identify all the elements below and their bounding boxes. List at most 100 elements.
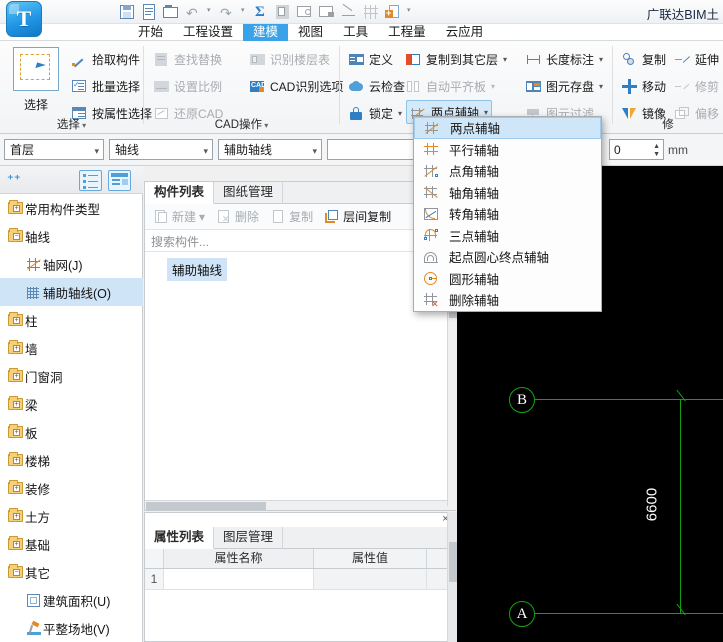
detail-view-icon[interactable] <box>108 170 131 191</box>
tree-item-foundation[interactable]: + 基础 <box>0 530 143 558</box>
floor-select[interactable]: 首层 <box>4 139 104 160</box>
list-view-icon[interactable] <box>79 170 102 191</box>
table-row[interactable]: 1 <box>145 569 455 590</box>
ribbon-group-select-label[interactable]: 选择 <box>0 116 143 132</box>
menu-item-delete-axis[interactable]: ✕ 删除辅轴 <box>414 289 601 311</box>
cloud-check-button[interactable]: 云检查 <box>345 74 408 98</box>
menu-item-three-point-axis[interactable]: 三点辅轴 <box>414 225 601 247</box>
tab-layer-manage[interactable]: 图层管理 <box>214 527 284 549</box>
report-icon[interactable] <box>274 3 293 22</box>
menu-tab-cloud[interactable]: 云应用 <box>436 24 494 41</box>
add-page-icon[interactable]: + <box>384 3 403 22</box>
tree-item-common-types[interactable]: + 常用构件类型 <box>0 194 143 222</box>
menu-tab-quantity[interactable]: 工程量 <box>378 24 436 41</box>
tree-item-beam[interactable]: + 梁 <box>0 390 143 418</box>
new-file-icon[interactable] <box>140 3 159 22</box>
tree-item-aux-axis[interactable]: 辅助轴线(O) <box>0 278 143 306</box>
save-icon[interactable] <box>118 3 137 22</box>
lock-caret[interactable]: ▾ <box>398 109 402 118</box>
menu-tab-settings[interactable]: 工程设置 <box>173 24 243 41</box>
ribbon-group-cad-label[interactable]: CAD操作 <box>144 116 339 132</box>
axis-label-a[interactable]: A <box>509 601 535 627</box>
sum-icon[interactable]: Σ <box>252 3 271 22</box>
two-point-axis-icon <box>424 120 441 136</box>
row-prop-name[interactable] <box>164 569 314 589</box>
batch-select-button[interactable]: ✓ 批量选择 <box>68 74 143 98</box>
check-quantity-icon[interactable] <box>318 3 337 22</box>
tab-component-list[interactable]: 构件列表 <box>145 182 215 204</box>
length-dimension-button[interactable]: 长度标注 ▾ <box>522 47 606 71</box>
floor-copy-button[interactable]: 层间复制 <box>320 206 395 228</box>
menu-item-start-center-end-axis[interactable]: 起点圆心终点辅轴 <box>414 246 601 268</box>
tree-item-door-window[interactable]: + 门窗洞 <box>0 362 143 390</box>
recognize-floor-table-button[interactable]: 识别楼层表 <box>246 47 333 71</box>
component-panel-hscrollbar[interactable] <box>145 500 456 510</box>
menu-item-two-point-axis[interactable]: 两点辅轴 <box>414 117 601 139</box>
menu-item-axis-angle-axis[interactable]: 轴角辅轴 <box>414 182 601 204</box>
measure-icon[interactable] <box>340 3 359 22</box>
new-component-button[interactable]: 新建 ▾ <box>149 206 209 228</box>
menu-tab-start[interactable]: 开始 <box>128 24 173 41</box>
menu-item-parallel-axis[interactable]: 平行辅轴 <box>414 139 601 161</box>
copy-button[interactable]: 复制 <box>618 47 669 71</box>
redo-dropdown-caret[interactable] <box>240 3 249 22</box>
tree-item-other[interactable]: − 其它 <box>0 558 143 586</box>
pick-component-button[interactable]: 拾取构件 <box>68 47 143 71</box>
element-save-caret[interactable]: ▾ <box>599 82 603 91</box>
tree-item-earthwork[interactable]: + 土方 <box>0 502 143 530</box>
tree-item-slab[interactable]: + 板 <box>0 418 143 446</box>
tree-item-building-area[interactable]: 建筑面积(U) <box>0 586 143 614</box>
row-prop-value[interactable] <box>314 569 427 589</box>
define-button[interactable]: 定义 <box>345 47 396 71</box>
tree-item-column[interactable]: + 柱 <box>0 306 143 334</box>
auto-align-slab-caret[interactable]: ▾ <box>491 82 495 91</box>
menu-item-point-angle-axis[interactable]: 点角辅轴 <box>414 160 601 182</box>
search-component-input[interactable]: 搜索构件... <box>145 230 455 252</box>
extend-button[interactable]: 延伸 <box>671 47 722 71</box>
category-select[interactable]: 轴线 <box>109 139 213 160</box>
menu-tab-tools[interactable]: 工具 <box>333 24 378 41</box>
tree-item-axis[interactable]: − 轴线 <box>0 222 143 250</box>
copy-to-other-floor-caret[interactable]: ▾ <box>503 55 507 64</box>
check-report-icon[interactable] <box>296 3 315 22</box>
three-point-axis-icon <box>423 227 440 243</box>
tab-drawing-manage[interactable]: 图纸管理 <box>214 182 284 204</box>
tab-property-list[interactable]: 属性列表 <box>145 527 215 549</box>
redo-icon[interactable]: ↷ <box>218 3 237 22</box>
menu-tab-modeling[interactable]: 建模 <box>243 24 289 41</box>
delete-component-button[interactable]: ✕ 删除 <box>212 206 263 228</box>
tree-item-stair[interactable]: + 楼梯 <box>0 446 143 474</box>
offset-input[interactable]: 0 ▲ ▼ <box>609 139 664 160</box>
trim-button[interactable]: 修剪 <box>671 74 722 98</box>
undo-icon[interactable]: ↶ <box>184 3 203 22</box>
new-component-caret[interactable]: ▾ <box>199 210 205 224</box>
undo-dropdown-caret[interactable] <box>206 3 215 22</box>
open-folder-icon[interactable] <box>162 3 181 22</box>
tree-item-axis-net[interactable]: 轴网(J) <box>0 250 143 278</box>
set-scale-button[interactable]: 设置比例 <box>150 74 225 98</box>
component-select[interactable]: 辅助轴线 <box>218 139 322 160</box>
tree-item-wall[interactable]: + 墙 <box>0 334 143 362</box>
auto-align-slab-button[interactable]: 自动平齐板 ▾ <box>402 74 498 98</box>
property-vscrollbar[interactable] <box>447 512 457 642</box>
add-component-icon[interactable]: ⁺⁺ <box>7 173 23 187</box>
find-replace-button[interactable]: 查找替换 <box>150 47 225 71</box>
menu-item-corner-angle-axis[interactable]: 转角辅轴 <box>414 203 601 225</box>
copy-component-button[interactable]: 复制 <box>266 206 317 228</box>
offset-spinner-up[interactable]: ▲ <box>653 143 660 150</box>
qat-more-caret[interactable] <box>406 3 415 22</box>
offset-spinner-down[interactable]: ▼ <box>653 151 660 158</box>
component-list-item[interactable]: 辅助轴线 <box>167 258 228 281</box>
lock-button[interactable]: 锁定 ▾ <box>345 101 405 125</box>
cad-options-button[interactable]: CAD CAD识别选项 <box>246 74 346 98</box>
tree-item-decoration[interactable]: + 装修 <box>0 474 143 502</box>
grid-icon[interactable] <box>362 3 381 22</box>
tree-item-level-ground[interactable]: 平整场地(V) <box>0 614 143 642</box>
copy-to-other-floor-button[interactable]: 复制到其它层 ▾ <box>402 47 510 71</box>
axis-label-b[interactable]: B <box>509 387 535 413</box>
menu-tab-view[interactable]: 视图 <box>288 24 333 41</box>
menu-item-circular-axis[interactable]: 圆形辅轴 <box>414 268 601 290</box>
move-button[interactable]: 移动 <box>618 74 669 98</box>
element-save-button[interactable]: 图元存盘 ▾ <box>522 74 606 98</box>
length-dimension-caret[interactable]: ▾ <box>599 55 603 64</box>
